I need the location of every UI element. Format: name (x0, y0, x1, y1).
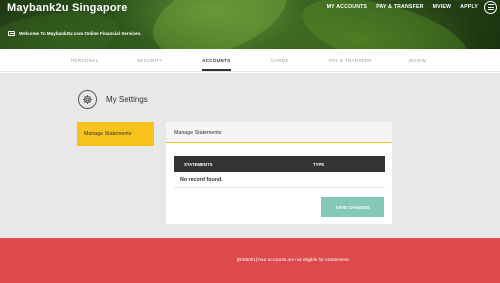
page-title: My Settings (106, 95, 148, 104)
tab-cards[interactable]: CARDS (271, 58, 289, 63)
main-tab-bar: PERSONAL SECURITY ACCOUNTS CARDS PAY & T… (0, 49, 500, 72)
brand-logo-text[interactable]: Maybank2u Singapore (7, 2, 128, 14)
column-header-type: TYPE (313, 161, 325, 167)
main-content: My Settings Manage Statements Manage Sta… (0, 73, 500, 238)
panel-title: Manage Statements (174, 130, 222, 136)
empty-table-message: No record found. (180, 177, 223, 183)
column-header-statements: STATEMENTS (184, 161, 213, 167)
message-icon (8, 31, 15, 36)
header-banner: Maybank2u Singapore Welcome To Maybank2U… (0, 0, 500, 49)
sidebar-item-label: Manage Statements (84, 131, 132, 137)
tab-security[interactable]: SECURITY (137, 58, 163, 63)
top-navigation: MY ACCOUNTS PAY & TRANSFER MVIEW APPLY (318, 0, 500, 14)
save-changes-button[interactable]: SAVE CHANGES (321, 197, 384, 217)
topnav-my-accounts[interactable]: MY ACCOUNTS (327, 4, 368, 10)
tab-pay-transfer[interactable]: PAY & TRANSFER (329, 58, 372, 63)
statements-table: STATEMENTS TYPE No record found. (174, 156, 385, 188)
error-banner: [BIS5001]Your accounts are not eligible … (0, 238, 500, 283)
active-tab-indicator (202, 69, 231, 71)
welcome-text: Welcome To Maybank2U.com Online Financia… (19, 31, 142, 36)
topnav-pay-transfer[interactable]: PAY & TRANSFER (376, 4, 423, 10)
statements-panel: Manage Statements STATEMENTS TYPE No rec… (166, 122, 392, 224)
error-message: [BIS5001]Your accounts are not eligible … (237, 257, 350, 262)
panel-header: Manage Statements (166, 122, 392, 143)
welcome-message: Welcome To Maybank2U.com Online Financia… (8, 31, 141, 36)
settings-icon-circle (78, 90, 97, 109)
table-header: STATEMENTS TYPE (174, 156, 385, 172)
gear-icon (83, 95, 92, 104)
topnav-mview[interactable]: MVIEW (433, 4, 452, 10)
banner-leaf-decoration (142, 0, 298, 49)
sidebar-item-manage-statements[interactable]: Manage Statements (77, 122, 154, 146)
topnav-apply[interactable]: APPLY (460, 4, 478, 10)
hamburger-menu-icon[interactable] (484, 0, 497, 14)
tab-personal[interactable]: PERSONAL (71, 58, 98, 63)
table-row: No record found. (174, 172, 385, 188)
tab-accounts[interactable]: ACCOUNTS (202, 58, 230, 63)
tab-mview[interactable]: MVIEW (409, 58, 426, 63)
